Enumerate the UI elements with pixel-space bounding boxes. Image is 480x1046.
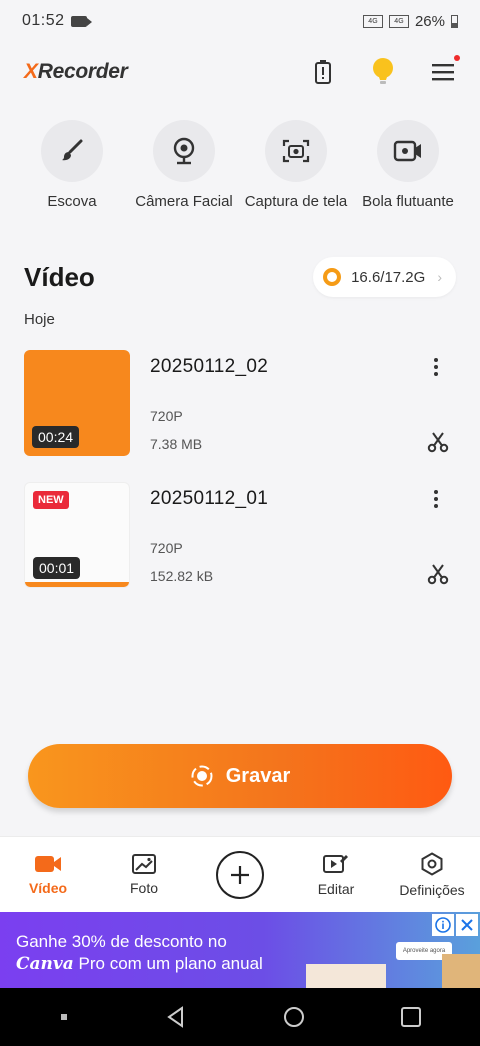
tool-screenshot[interactable]: Captura de tela bbox=[241, 120, 351, 211]
notification-dot bbox=[454, 55, 460, 61]
battery-alert-icon bbox=[315, 60, 331, 84]
video-thumbnail[interactable]: NEW 00:01 bbox=[24, 482, 130, 588]
menu-button[interactable] bbox=[430, 55, 460, 85]
nav-photo[interactable]: Foto bbox=[96, 837, 192, 912]
video-camera-icon bbox=[35, 855, 61, 872]
video-duration: 00:24 bbox=[32, 426, 80, 448]
tool-label: Captura de tela bbox=[244, 193, 348, 210]
settings-hex-icon bbox=[421, 851, 443, 876]
new-badge: NEW bbox=[33, 491, 69, 509]
nav-label: Vídeo bbox=[28, 879, 68, 896]
floating-camera-icon bbox=[393, 140, 421, 162]
ad-line-2: Canva Pro com um plano anual bbox=[16, 954, 263, 974]
signal-icon: 4G bbox=[388, 14, 409, 28]
more-options-icon[interactable] bbox=[428, 356, 444, 378]
video-resolution: 720P bbox=[150, 540, 183, 556]
status-bar: 01:52 4G 4G 26% bbox=[0, 0, 480, 42]
tool-label: Câmera Facial bbox=[135, 193, 233, 210]
screen-record-status-icon bbox=[70, 15, 92, 27]
video-title: 20250112_01 bbox=[150, 488, 269, 509]
ad-brand: Canva bbox=[16, 954, 74, 974]
tool-brush[interactable]: Escova bbox=[17, 120, 127, 211]
storage-ring-icon bbox=[323, 268, 342, 286]
video-duration: 00:01 bbox=[33, 557, 81, 579]
more-options-icon[interactable] bbox=[428, 488, 444, 510]
record-button[interactable]: Gravar bbox=[28, 744, 452, 808]
battery-icon bbox=[451, 14, 458, 28]
scissors-icon[interactable] bbox=[426, 562, 450, 586]
ad-image bbox=[306, 964, 386, 988]
video-size: 7.38 MB bbox=[150, 436, 203, 452]
tool-floating-ball[interactable]: Bola flutuante bbox=[353, 120, 463, 211]
record-label: Gravar bbox=[225, 764, 291, 787]
tool-label: Bola flutuante bbox=[362, 193, 454, 210]
nav-label: Foto bbox=[129, 879, 158, 896]
ad-info-icon[interactable] bbox=[432, 914, 454, 936]
status-right: 4G 4G 26% bbox=[362, 12, 458, 30]
bottom-nav: Vídeo Foto Editar Definições bbox=[0, 836, 480, 912]
ad-close-icon[interactable] bbox=[456, 914, 478, 936]
nav-create[interactable] bbox=[192, 837, 288, 912]
edit-video-icon bbox=[323, 854, 348, 873]
system-nav-bar bbox=[0, 988, 480, 1046]
tool-face-camera[interactable]: Câmera Facial bbox=[129, 120, 239, 211]
video-size: 152.82 kB bbox=[150, 568, 214, 584]
nav-label: Definições bbox=[399, 881, 465, 898]
page-title: Vídeo bbox=[24, 261, 95, 292]
chevron-right-icon: › bbox=[437, 269, 442, 285]
video-resolution: 720P bbox=[150, 408, 183, 424]
ad-image bbox=[442, 954, 480, 988]
tool-label: Escova bbox=[47, 193, 97, 210]
recents-icon[interactable] bbox=[400, 1006, 422, 1028]
date-group-label: Hoje bbox=[24, 311, 55, 328]
app-bar: XRecorder bbox=[0, 42, 480, 102]
nav-label: Editar bbox=[317, 880, 355, 897]
video-title: 20250112_02 bbox=[150, 356, 269, 377]
storage-value: 16.6/17.2G bbox=[351, 268, 426, 286]
record-icon bbox=[191, 765, 213, 787]
webcam-icon bbox=[173, 137, 195, 165]
video-section-header: Vídeo 16.6/17.2G › bbox=[24, 255, 456, 299]
screenshot-icon bbox=[282, 139, 310, 163]
back-icon[interactable] bbox=[165, 1006, 187, 1028]
storage-indicator[interactable]: 16.6/17.2G › bbox=[313, 257, 456, 297]
menu-dot-icon[interactable] bbox=[58, 1011, 70, 1023]
nav-settings[interactable]: Definições bbox=[384, 837, 480, 912]
battery-saver-button[interactable] bbox=[310, 59, 336, 85]
signal-icon: 4G bbox=[362, 14, 383, 28]
video-list-item[interactable]: NEW 00:01 20250112_01 720P 152.82 kB bbox=[24, 482, 456, 588]
ad-line-1: Ganhe 30% de desconto no bbox=[16, 932, 227, 951]
home-icon[interactable] bbox=[283, 1006, 305, 1028]
video-list-item[interactable]: 00:24 20250112_02 720P 7.38 MB bbox=[24, 350, 456, 456]
video-thumbnail[interactable]: 00:24 bbox=[24, 350, 130, 456]
tools-row: Escova Câmera Facial Captura de tela Bol… bbox=[0, 120, 480, 211]
battery-level: 26% bbox=[414, 12, 445, 30]
ad-banner[interactable]: Ganhe 30% de desconto no Canva Pro com u… bbox=[0, 912, 480, 988]
app-logo: XRecorder bbox=[24, 60, 128, 83]
status-time: 01:52 bbox=[22, 12, 65, 29]
hamburger-menu-icon bbox=[432, 64, 454, 81]
brush-icon bbox=[62, 139, 83, 161]
scissors-icon[interactable] bbox=[426, 430, 450, 454]
nav-video[interactable]: Vídeo bbox=[0, 837, 96, 912]
tips-button[interactable] bbox=[370, 58, 396, 85]
plus-circle-icon bbox=[216, 850, 264, 899]
lightbulb-icon bbox=[373, 58, 393, 84]
nav-edit[interactable]: Editar bbox=[288, 837, 384, 912]
photo-icon bbox=[132, 853, 156, 874]
